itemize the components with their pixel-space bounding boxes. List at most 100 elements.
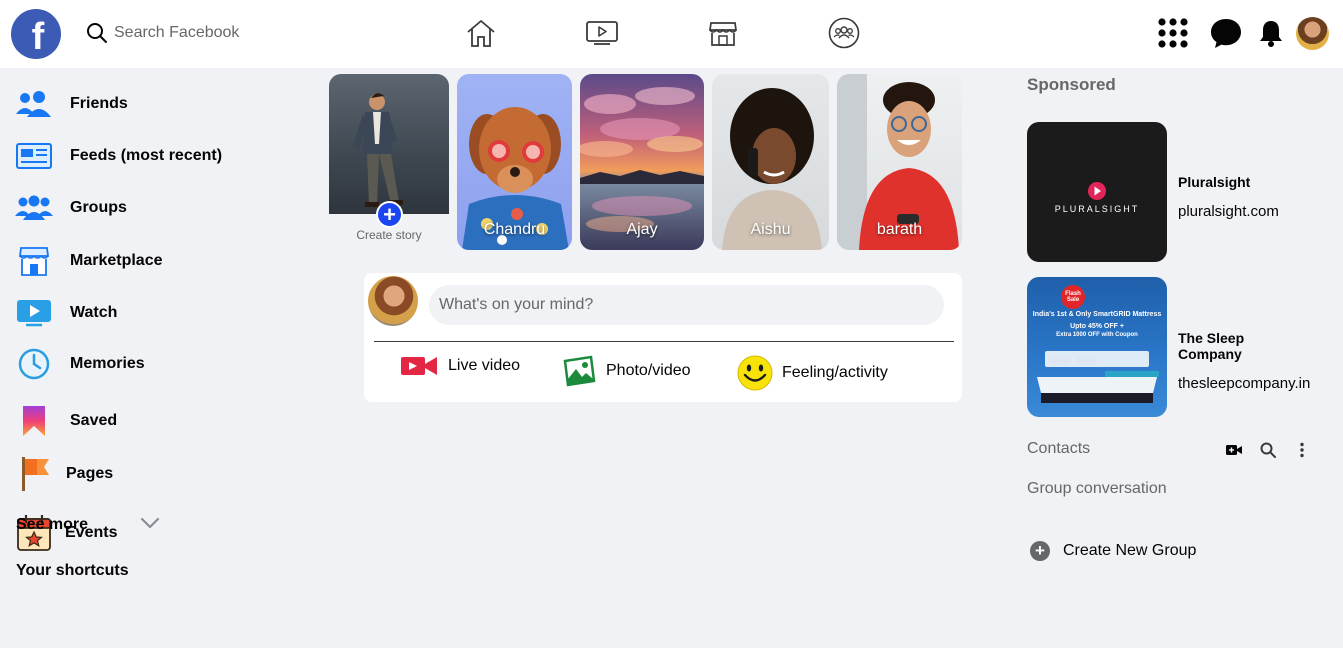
promo-coupon: Extra 1000 OFF with Coupon [1056,332,1138,338]
add-story-plus-icon[interactable]: + [376,201,403,228]
nav-home-button[interactable] [464,16,498,50]
sidebar-item-friends[interactable]: Friends [14,84,128,124]
groups-icon [14,188,54,228]
saved-icon [14,401,54,441]
story-card[interactable]: Ajay [580,74,704,250]
composer-avatar[interactable] [368,276,418,326]
feeling-icon [737,355,773,391]
sidebar-item-memories[interactable]: Memories [14,344,145,384]
search-icon [1260,442,1276,458]
nav-groups-button[interactable] [827,16,861,50]
create-story-card[interactable]: + Create story [329,74,449,250]
feeling-activity-button[interactable]: Feeling/activity [736,354,888,392]
menu-grid-icon [1158,18,1188,48]
contacts-options-button[interactable] [1293,441,1311,459]
see-more-label: See more [16,516,89,533]
pages-icon [14,454,54,494]
video-camera-plus-icon [1226,445,1242,455]
ad-name: The Sleep Company [1178,330,1245,362]
sidebar-item-groups[interactable]: Groups [14,188,127,228]
story-card[interactable]: Chandru [457,74,572,250]
profile-avatar[interactable] [1296,17,1329,50]
marketplace-icon [14,241,54,281]
story-card[interactable]: barath [837,74,962,250]
photo-video-button[interactable]: Photo/video [561,355,691,387]
watch-icon [14,293,54,333]
logo-letter: f [31,16,45,58]
sidebar-item-watch[interactable]: Watch [14,293,117,333]
flash-sale-badge: Flash Sale [1061,285,1085,309]
promo-headline: India's 1st & Only SmartGRID Mattress [1032,311,1162,318]
sponsored-heading: Sponsored [1027,75,1116,94]
nav-marketplace-button[interactable] [706,16,740,50]
sidebar-item-saved[interactable]: Saved [14,401,117,441]
friends-icon [14,84,54,124]
sponsored-ad[interactable]: Flash Sale India's 1st & Only SmartGRID … [1027,277,1310,417]
story-card[interactable]: Aishu [712,74,829,250]
sidebar-item-pages[interactable]: Pages [14,454,113,494]
ad-text: The Sleep Company thesleepcompany.in [1178,330,1310,392]
sidebar-item-feeds[interactable]: Feeds (most recent) [14,136,222,176]
home-icon [467,20,495,47]
marketplace-icon [709,22,737,46]
promo-offer: Upto 45% OFF + [1070,323,1124,330]
nav-watch-button[interactable] [585,16,619,50]
memories-icon [14,344,54,384]
live-video-label: Live video [448,357,521,374]
search-contacts-button[interactable] [1259,441,1277,459]
live-video-icon [401,357,437,375]
search-input[interactable] [114,24,274,42]
sidebar-item-label: Memories [70,355,145,372]
create-story-photo [329,74,449,214]
pluralsight-brand-text: PLURALSIGHT [1054,204,1140,214]
feeling-activity-label: Feeling/activity [782,364,888,381]
sidebar-item-label: Marketplace [70,252,163,269]
live-video-button[interactable]: Live video [400,355,520,377]
ad-url: thesleepcompany.in [1178,375,1311,392]
messenger-button[interactable] [1209,16,1243,50]
messenger-icon [1211,19,1241,48]
new-room-button[interactable] [1225,441,1243,459]
create-new-group-button[interactable]: + Create New Group [1030,541,1196,561]
photo-video-label: Photo/video [606,362,691,379]
story-author-name: Aishu [750,221,791,238]
story-author-name: barath [876,221,923,238]
mattress-illustration [1037,351,1159,403]
ad-url: pluralsight.com [1178,203,1279,220]
whats-on-your-mind-input[interactable] [429,285,944,325]
notifications-icon [1260,21,1282,47]
post-composer: Live video Photo/video Feeling/activity [364,273,962,402]
chevron-down-icon [140,516,160,534]
create-new-group-label: Create New Group [1063,542,1197,559]
see-more-button[interactable]: See more [16,516,160,534]
shortcuts-heading: Your shortcuts [16,562,129,579]
more-options-icon [1300,442,1304,458]
sponsored-ad[interactable]: PLURALSIGHT Pluralsight pluralsight.com [1027,122,1279,262]
sidebar-item-marketplace[interactable]: Marketplace [14,241,163,281]
groups-icon [828,17,860,49]
plus-icon: + [1030,541,1050,561]
pluralsight-logo-icon [1088,182,1106,200]
sidebar-item-label: Friends [70,95,128,112]
sidebar-item-label: Pages [66,465,114,482]
menu-button[interactable] [1156,16,1190,50]
photo-video-icon [563,355,596,387]
story-author-name: Ajay [626,221,658,238]
ad-name: Pluralsight [1178,174,1251,190]
story-author-name: Chandru [483,221,546,238]
search-icon [87,23,107,43]
facebook-logo[interactable]: f [11,9,61,59]
sidebar-item-label: Watch [70,304,118,321]
sleep-company-ad-image: Flash Sale India's 1st & Only SmartGRID … [1027,277,1167,417]
search-bar[interactable] [86,20,274,46]
contacts-heading: Contacts [1027,440,1091,457]
composer-divider [374,341,954,342]
watch-icon [586,21,618,45]
notifications-button[interactable] [1254,16,1288,50]
feeds-icon [14,136,54,176]
sidebar-item-label: Groups [70,199,127,216]
sidebar-item-label: Saved [70,412,118,429]
top-navigation-bar: f [0,0,1343,68]
create-story-label: Create story [356,228,422,242]
pluralsight-ad-image: PLURALSIGHT [1027,122,1167,262]
